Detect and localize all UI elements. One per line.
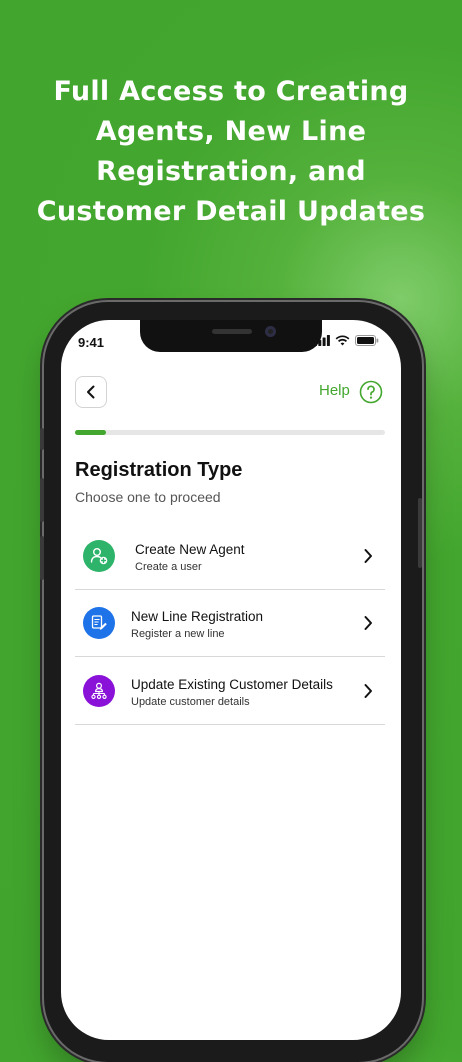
notch [140,320,322,352]
chevron-right-icon [364,684,372,698]
page-subtitle: Choose one to proceed [75,489,221,505]
headline-line-1: Full Access to Creating [53,76,409,107]
chevron-right-icon [364,616,372,630]
camera [265,326,276,337]
help-question-icon[interactable] [359,380,383,404]
option-title: Update Existing Customer Details [131,677,333,692]
headline-line-4: Customer Detail Updates [36,196,426,227]
status-icons [314,335,379,346]
progress-fill [75,430,106,435]
add-user-icon [83,540,115,572]
option-subtitle: Update customer details [131,696,250,708]
progress-bar [75,430,385,435]
document-edit-icon [83,607,115,639]
headline-line-3: Registration, and [96,156,366,187]
back-button[interactable] [75,376,107,408]
chevron-right-icon [364,549,372,563]
customer-network-icon [83,675,115,707]
phone-power-button [418,498,422,568]
headline-line-2: Agents, New Line [95,116,367,147]
option-subtitle: Register a new line [131,628,225,640]
chevron-left-icon [87,385,95,399]
option-new-line-registration[interactable]: New Line Registration Register a new lin… [75,590,385,657]
speaker [212,329,252,334]
option-subtitle: Create a user [135,561,202,573]
battery-icon [355,335,379,346]
wifi-icon [335,335,350,346]
phone-volume-up [40,478,44,522]
help-link[interactable]: Help [319,382,350,399]
option-update-customer-details[interactable]: Update Existing Customer Details Update … [75,658,385,725]
option-title: Create New Agent [135,542,245,557]
status-time: 9:41 [78,335,105,350]
option-create-new-agent[interactable]: Create New Agent Create a user [75,523,385,590]
signal-icon [314,335,330,346]
phone-volume-down [40,536,44,580]
phone-silent-switch [40,428,44,450]
option-title: New Line Registration [131,609,264,624]
page-title: Registration Type [75,459,243,481]
phone-screen: 9:41 Help Registration Type Choose one t… [61,320,401,1040]
headline: Full Access to Creating Agents, New Line… [0,72,462,232]
